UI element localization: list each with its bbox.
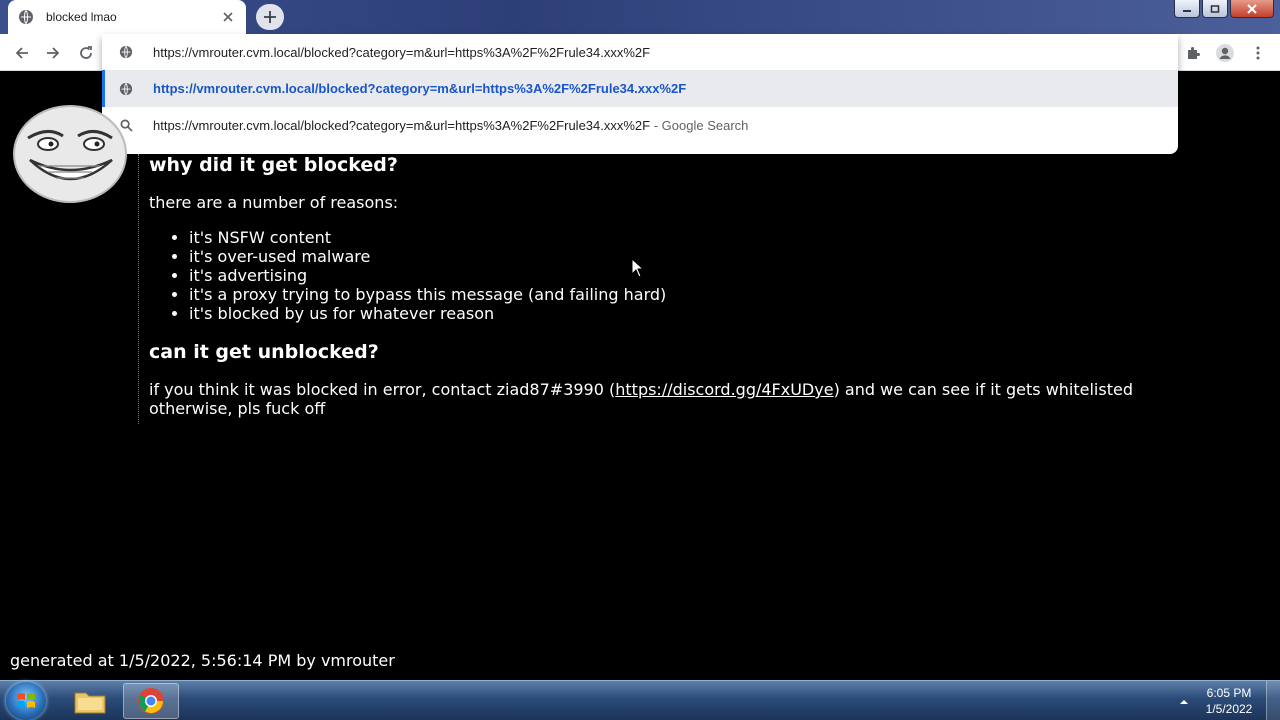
list-item: it's advertising <box>189 266 1269 285</box>
file-explorer-button[interactable] <box>62 683 118 719</box>
clock-time: 6:05 PM <box>1206 686 1252 700</box>
windows-logo-icon <box>17 693 35 708</box>
maximize-button[interactable] <box>1202 0 1228 18</box>
minimize-button[interactable] <box>1174 0 1200 18</box>
tray-expand-icon[interactable] <box>1178 693 1190 705</box>
omnibox-text: https://vmrouter.cvm.local/blocked?categ… <box>153 44 651 60</box>
reasons-list: it's NSFW content it's over-used malware… <box>189 228 1269 323</box>
contact-line-2: otherwise, pls fuck off <box>149 399 326 418</box>
list-item: it's a proxy trying to bypass this messa… <box>189 285 1269 304</box>
globe-icon <box>118 44 134 60</box>
close-tab-icon[interactable] <box>220 9 236 25</box>
reasons-intro: there are a number of reasons: <box>149 193 399 212</box>
omnibox-input[interactable]: https://vmrouter.cvm.local/blocked?categ… <box>102 34 1178 70</box>
globe-icon <box>118 81 134 97</box>
show-desktop-button[interactable] <box>1266 681 1280 720</box>
blocked-page-content: why did it get blocked? there are a numb… <box>149 152 1269 418</box>
window-close-button[interactable] <box>1230 0 1274 18</box>
suggestion-url[interactable]: https://vmrouter.cvm.local/blocked?categ… <box>102 70 1178 107</box>
contact-suffix: ) and we can see if it gets whitelisted <box>833 380 1133 399</box>
tab-blocked[interactable]: blocked lmao <box>8 0 246 34</box>
suggestion-search-suffix: - Google Search <box>650 118 749 133</box>
reload-button[interactable] <box>75 42 97 64</box>
troll-face-image <box>8 98 132 206</box>
globe-icon <box>18 9 34 25</box>
suggestion-url-text: https://vmrouter.cvm.local/blocked?categ… <box>153 81 687 96</box>
tab-title: blocked lmao <box>46 10 117 24</box>
discord-link[interactable]: https://discord.gg/4FxUDye <box>615 380 833 399</box>
contact-prefix: if you think it was blocked in error, co… <box>149 380 616 399</box>
system-clock[interactable]: 6:05 PM 1/5/2022 <box>1196 685 1262 717</box>
folder-icon <box>74 692 106 714</box>
new-tab-button[interactable] <box>256 4 284 30</box>
omnibox-dropdown: https://vmrouter.cvm.local/blocked?categ… <box>102 34 1178 154</box>
profile-icon[interactable] <box>1214 42 1236 64</box>
list-item: it's NSFW content <box>189 228 1269 247</box>
mouse-cursor-icon <box>631 257 645 278</box>
chrome-icon <box>138 688 164 714</box>
unblock-heading: can it get unblocked? <box>149 341 379 363</box>
menu-kebab-icon[interactable] <box>1247 42 1269 64</box>
generated-footer: generated at 1/5/2022, 5:56:14 PM by vmr… <box>10 651 395 670</box>
suggestion-search-text: https://vmrouter.cvm.local/blocked?categ… <box>153 118 748 133</box>
suggestion-search-query: https://vmrouter.cvm.local/blocked?categ… <box>153 118 651 133</box>
extensions-icon[interactable] <box>1182 42 1204 64</box>
content-divider <box>138 154 139 424</box>
contact-text: if you think it was blocked in error, co… <box>149 380 1269 399</box>
list-item: it's over-used malware <box>189 247 1269 266</box>
windows-taskbar: 6:05 PM 1/5/2022 <box>0 680 1280 720</box>
start-button[interactable] <box>6 682 46 720</box>
list-item: it's blocked by us for whatever reason <box>189 304 1269 323</box>
window-controls <box>1174 0 1274 18</box>
forward-button[interactable] <box>42 42 64 64</box>
browser-titlebar: blocked lmao <box>0 0 1280 34</box>
why-heading: why did it get blocked? <box>149 154 398 176</box>
chrome-taskbar-button[interactable] <box>123 683 179 719</box>
clock-date: 1/5/2022 <box>1205 702 1253 716</box>
suggestion-search[interactable]: https://vmrouter.cvm.local/blocked?categ… <box>102 107 1178 144</box>
back-button[interactable] <box>11 42 33 64</box>
